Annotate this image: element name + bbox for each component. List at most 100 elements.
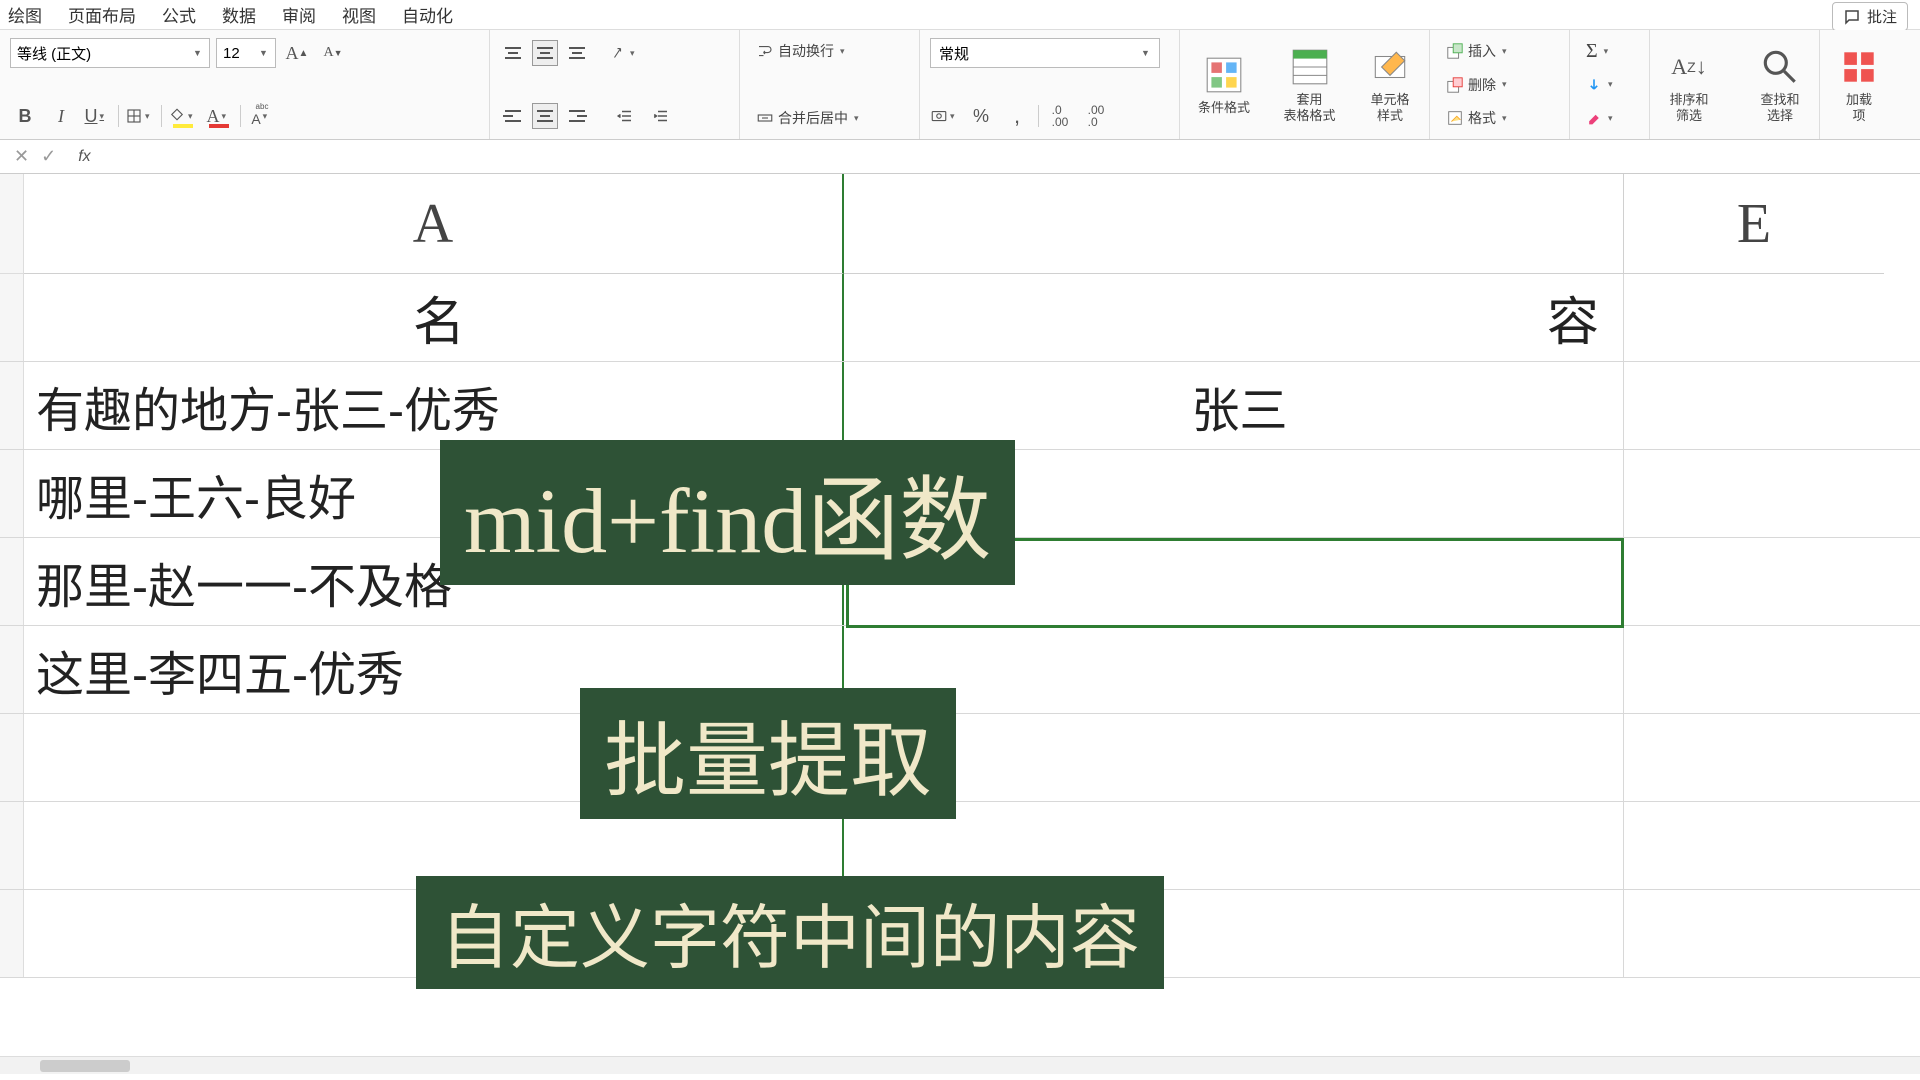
font-group: 等线 (正文)▼ 12▼ A▲ A▼ B I U▾ ▾ ▾ A▾ abc — [0, 30, 490, 139]
conditional-format-button[interactable]: 条件格式 — [1190, 36, 1258, 134]
formula-bar: ✕ ✓ fx — [0, 140, 1920, 174]
phonetic-button[interactable]: abc A▾ — [247, 101, 277, 131]
cancel-formula-button[interactable]: ✕ — [14, 146, 29, 167]
find-select-button[interactable]: 查找和 选择 — [1751, 36, 1809, 134]
comment-button[interactable]: 批注 — [1832, 2, 1908, 31]
fill-color-button[interactable]: ▾ — [168, 101, 198, 131]
number-format-select[interactable]: 常规▼ — [930, 38, 1160, 68]
underline-button[interactable]: U▾ — [82, 101, 112, 131]
column-headers: A E — [0, 174, 1920, 274]
font-color-button[interactable]: A▾ — [204, 101, 234, 131]
cell[interactable]: 张三 — [844, 362, 1624, 449]
row-header[interactable] — [0, 714, 24, 801]
fx-label[interactable]: fx — [70, 148, 98, 166]
wrap-group: 自动换行▾ 合并后居中▾ — [740, 30, 920, 139]
align-bottom[interactable] — [564, 40, 590, 66]
align-left[interactable] — [500, 103, 526, 129]
addins-icon — [1838, 46, 1880, 88]
font-name-value: 等线 (正文) — [17, 43, 91, 64]
menu-draw[interactable]: 绘图 — [8, 2, 42, 27]
orientation-button[interactable]: ▾ — [610, 38, 640, 68]
menu-formula[interactable]: 公式 — [162, 2, 196, 27]
table-fmt-icon — [1289, 46, 1331, 88]
row-header[interactable] — [0, 274, 24, 361]
align-right[interactable] — [564, 103, 590, 129]
menu-data[interactable]: 数据 — [222, 2, 256, 27]
table-row: 有趣的地方-张三-优秀 张三 — [0, 362, 1920, 450]
cell[interactable] — [844, 626, 1624, 713]
row-header[interactable] — [0, 626, 24, 713]
wrap-text-button[interactable]: 自动换行▾ — [750, 36, 909, 66]
decrease-indent[interactable] — [610, 101, 640, 131]
ribbon: 等线 (正文)▼ 12▼ A▲ A▼ B I U▾ ▾ ▾ A▾ abc — [0, 30, 1920, 140]
row-header[interactable] — [0, 802, 24, 889]
wrap-label: 自动换行 — [778, 41, 834, 61]
cell-style-icon — [1369, 46, 1411, 88]
menu-auto[interactable]: 自动化 — [402, 2, 453, 27]
cell-style-button[interactable]: 单元格 样式 — [1361, 36, 1419, 134]
border-button[interactable]: ▾ — [125, 101, 155, 131]
sort-icon: AZ↓ — [1668, 46, 1710, 88]
bold-button[interactable]: B — [10, 101, 40, 131]
accept-formula-button[interactable]: ✓ — [41, 146, 56, 167]
col-header-b[interactable] — [844, 174, 1624, 274]
align-center[interactable] — [532, 103, 558, 129]
decrease-font-button[interactable]: A▼ — [318, 38, 348, 68]
row-header[interactable] — [0, 362, 24, 449]
addins-button[interactable]: 加载 项 — [1830, 36, 1888, 134]
insert-button[interactable]: 插入▾ — [1440, 36, 1559, 66]
align-middle[interactable] — [532, 40, 558, 66]
number-group: 常规▼ ▾ % , .0.00 .00.0 — [920, 30, 1180, 139]
comma-button[interactable]: , — [1002, 101, 1032, 131]
sort-find-group: AZ↓ 排序和 筛选 查找和 选择 — [1650, 30, 1820, 139]
menu-view[interactable]: 视图 — [342, 2, 376, 27]
row-header[interactable] — [0, 450, 24, 537]
cell[interactable]: 有趣的地方-张三-优秀 — [24, 362, 844, 449]
comment-label: 批注 — [1867, 6, 1897, 27]
fill-button[interactable]: ▾ — [1580, 70, 1639, 100]
delete-button[interactable]: 删除▾ — [1440, 70, 1559, 100]
increase-font-button[interactable]: A▲ — [282, 38, 312, 68]
table-row: 名 容 — [0, 274, 1920, 362]
format-icon — [1446, 109, 1464, 127]
increase-indent[interactable] — [646, 101, 676, 131]
font-name-select[interactable]: 等线 (正文) ▼ — [10, 38, 210, 68]
increase-decimal[interactable]: .0.00 — [1045, 101, 1075, 131]
formula-input[interactable] — [99, 140, 1920, 173]
percent-button[interactable]: % — [966, 101, 996, 131]
overlay-title-2: 批量提取 — [580, 688, 956, 819]
edit-group: Σ▾ ▾ ▾ — [1570, 30, 1650, 139]
currency-button[interactable]: ▾ — [930, 101, 960, 131]
cell[interactable]: 名 — [24, 274, 844, 361]
font-size-select[interactable]: 12▼ — [216, 38, 276, 68]
menu-review[interactable]: 审阅 — [282, 2, 316, 27]
autosum-button[interactable]: Σ▾ — [1580, 36, 1639, 66]
merge-center-button[interactable]: 合并后居中▾ — [750, 103, 909, 133]
scrollbar-thumb[interactable] — [40, 1060, 130, 1072]
menu-bar: 绘图 页面布局 公式 数据 审阅 视图 自动化 批注 — [0, 0, 1920, 30]
format-button[interactable]: 格式▾ — [1440, 103, 1559, 133]
format-label: 格式 — [1468, 108, 1496, 128]
comment-icon — [1843, 8, 1861, 26]
font-size-value: 12 — [223, 45, 240, 62]
align-top[interactable] — [500, 40, 526, 66]
select-all-corner[interactable] — [0, 174, 24, 274]
worksheet[interactable]: A E 名 容 有趣的地方-张三-优秀 张三 哪里-王六-良好 那里-赵一一-不… — [0, 174, 1920, 1074]
table-format-button[interactable]: 套用 表格格式 — [1276, 36, 1344, 134]
col-header-e[interactable]: E — [1624, 174, 1884, 274]
italic-button[interactable]: I — [46, 101, 76, 131]
sort-filter-button[interactable]: AZ↓ 排序和 筛选 — [1660, 36, 1718, 134]
menu-layout[interactable]: 页面布局 — [68, 2, 136, 27]
clear-button[interactable]: ▾ — [1580, 103, 1639, 133]
col-header-a[interactable]: A — [24, 174, 844, 274]
number-format-value: 常规 — [939, 43, 969, 64]
cell[interactable] — [844, 714, 1624, 801]
horizontal-scrollbar[interactable] — [0, 1056, 1920, 1074]
chevron-down-icon: ▼ — [193, 48, 203, 58]
decrease-decimal[interactable]: .00.0 — [1081, 101, 1111, 131]
delete-icon — [1446, 76, 1464, 94]
find-label: 查找和 选择 — [1760, 92, 1799, 123]
cell[interactable]: 容 — [844, 274, 1624, 361]
row-header[interactable] — [0, 538, 24, 625]
row-header[interactable] — [0, 890, 24, 977]
